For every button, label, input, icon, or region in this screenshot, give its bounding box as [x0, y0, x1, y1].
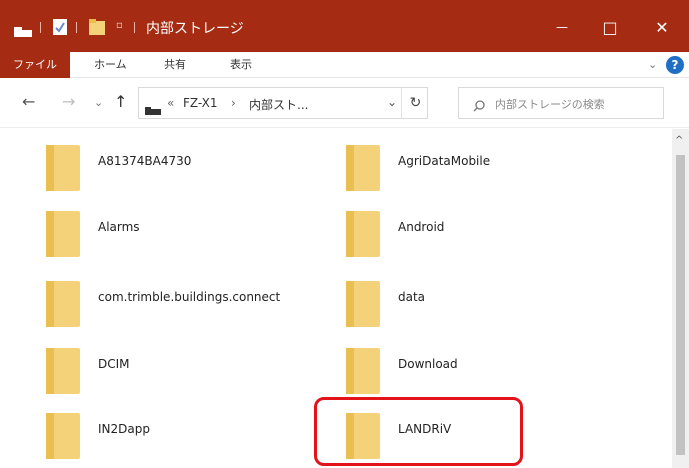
- toolbar-separator: [40, 22, 41, 33]
- folder-item[interactable]: AgriDataMobile: [346, 139, 646, 195]
- properties-icon[interactable]: [52, 18, 68, 36]
- search-icon: [473, 97, 485, 112]
- maximize-button[interactable]: □: [590, 13, 630, 41]
- back-icon[interactable]: ←: [22, 92, 35, 111]
- folder-name: data: [398, 290, 426, 304]
- folder-item[interactable]: A81374BA4730: [46, 139, 346, 195]
- tab-view[interactable]: 表示: [230, 52, 252, 78]
- tab-home[interactable]: ホーム: [94, 52, 127, 78]
- customize-toolbar-icon[interactable]: ▫: [116, 20, 123, 31]
- folder-name: Alarms: [98, 220, 140, 234]
- breadcrumb-overflow[interactable]: «: [167, 96, 174, 110]
- folder-name: IN2Dapp: [98, 422, 150, 436]
- up-icon[interactable]: ↑: [114, 92, 127, 111]
- search-input[interactable]: 内部ストレージの検索: [495, 96, 605, 112]
- new-folder-icon[interactable]: [88, 18, 106, 36]
- minimize-button[interactable]: —: [542, 13, 582, 41]
- folder-item[interactable]: Alarms: [46, 205, 346, 261]
- window-title: 内部ストレージ: [146, 21, 244, 37]
- expand-ribbon-icon[interactable]: ⌄: [648, 58, 657, 71]
- folder-name: Download: [398, 357, 458, 371]
- folder-name: DCIM: [98, 357, 130, 371]
- breadcrumb-separator: ›: [231, 96, 236, 110]
- refresh-icon: ↻: [409, 95, 422, 111]
- scrollbar-thumb[interactable]: [676, 155, 685, 455]
- refresh-button[interactable]: ↻: [401, 88, 429, 118]
- close-icon: ✕: [655, 17, 669, 37]
- highlight-box: [314, 397, 523, 466]
- folder-name: AgriDataMobile: [398, 154, 491, 168]
- minimize-icon: —: [556, 20, 568, 34]
- folder-item[interactable]: Android: [346, 205, 646, 261]
- breadcrumb-fz-x1[interactable]: FZ-X1: [183, 96, 218, 110]
- toolbar-separator: [76, 22, 77, 33]
- folder-name: Android: [398, 220, 445, 234]
- folder-item[interactable]: DCIM: [46, 342, 346, 398]
- folder-icon: [346, 211, 380, 257]
- tab-share[interactable]: 共有: [164, 52, 186, 78]
- drive-icon: [145, 100, 161, 115]
- folder-item[interactable]: com.trimble.buildings.connect: [46, 275, 346, 331]
- tab-file[interactable]: ファイル: [0, 52, 70, 78]
- help-icon[interactable]: ?: [666, 56, 684, 74]
- folder-icon: [346, 281, 380, 327]
- address-dropdown-icon[interactable]: ⌄: [387, 95, 397, 109]
- folder-icon: [46, 211, 80, 257]
- toolbar-separator: [134, 22, 135, 33]
- folder-icon: [46, 348, 80, 394]
- recent-locations-icon[interactable]: ⌄: [94, 96, 103, 109]
- folder-name: com.trimble.buildings.connect: [98, 290, 281, 304]
- scroll-up-icon[interactable]: ^: [675, 135, 683, 146]
- search-box[interactable]: 内部ストレージの検索: [458, 87, 664, 119]
- vertical-scrollbar[interactable]: ^: [672, 129, 689, 468]
- system-menu-icon[interactable]: [14, 22, 32, 37]
- title-bar: ▫ 内部ストレージ — □ ✕: [0, 0, 689, 52]
- forward-icon[interactable]: →: [62, 92, 75, 111]
- folder-item[interactable]: IN2Dapp: [46, 407, 346, 463]
- ribbon-tabs: ファイル ホーム 共有 表示 ⌄ ?: [0, 52, 689, 78]
- folder-name: A81374BA4730: [98, 154, 192, 168]
- folder-icon: [346, 348, 380, 394]
- folder-item[interactable]: data: [346, 275, 646, 331]
- folder-icon: [46, 413, 80, 459]
- breadcrumb-internal-storage[interactable]: 内部スト...: [249, 96, 308, 113]
- address-bar[interactable]: « FZ-X1 › 内部スト... ⌄ ↻: [138, 87, 428, 119]
- navigation-bar: ← → ⌄ ↑ « FZ-X1 › 内部スト... ⌄ ↻ 内部ストレージの検索: [0, 78, 689, 128]
- help-glyph: ?: [671, 58, 679, 72]
- close-button[interactable]: ✕: [642, 13, 682, 41]
- folder-icon: [346, 145, 380, 191]
- folder-icon: [46, 145, 80, 191]
- folder-icon: [46, 281, 80, 327]
- maximize-icon: □: [602, 17, 618, 37]
- folder-item[interactable]: Download: [346, 342, 646, 398]
